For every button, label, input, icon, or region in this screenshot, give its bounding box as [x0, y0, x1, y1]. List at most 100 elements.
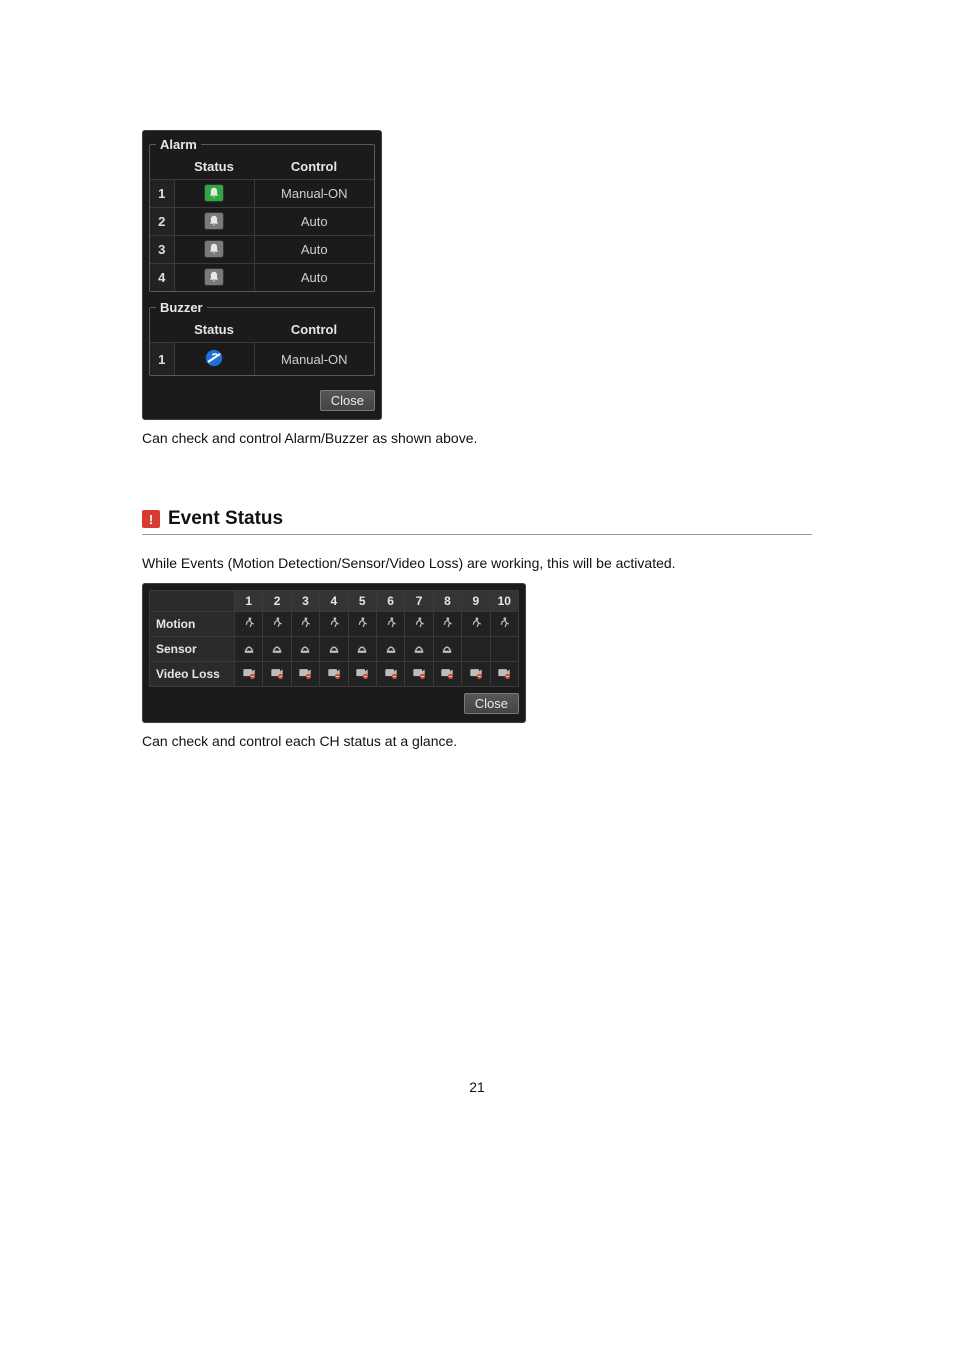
alarm-row[interactable]: 4Auto: [150, 264, 374, 292]
events-row: Sensor: [150, 637, 519, 662]
events-cell: [376, 637, 404, 662]
video-loss-icon: [325, 665, 343, 681]
page-number: 21: [142, 1079, 812, 1125]
events-cell: [376, 612, 404, 637]
alarm-row-status: [174, 264, 254, 292]
events-cell: [263, 612, 291, 637]
alarm-row-control[interactable]: Auto: [254, 236, 374, 264]
events-cell: [348, 662, 376, 687]
events-col-header: 5: [348, 591, 376, 612]
events-row: Video Loss: [150, 662, 519, 687]
sensor-icon: [268, 640, 286, 656]
events-col-header: 4: [320, 591, 348, 612]
sensor-icon: [296, 640, 314, 656]
events-panel-footer: Close: [149, 687, 519, 714]
events-col-header: 2: [263, 591, 291, 612]
sensor-icon: [325, 640, 343, 656]
alarm-caption: Can check and control Alarm/Buzzer as sh…: [142, 430, 812, 446]
buzzer-row-control[interactable]: Manual-ON: [254, 343, 374, 376]
alarm-row-status: [174, 180, 254, 208]
motion-icon: [410, 615, 428, 631]
buzzer-row[interactable]: 1Manual-ON: [150, 343, 374, 376]
motion-icon: [438, 615, 456, 631]
events-cell: [348, 612, 376, 637]
events-cell: [490, 612, 518, 637]
section-title: Event Status: [168, 508, 283, 530]
events-col-header: 8: [433, 591, 461, 612]
events-row: Motion: [150, 612, 519, 637]
buzzer-legend: Buzzer: [156, 300, 207, 315]
video-loss-icon: [438, 665, 456, 681]
alarm-table: Status Control 1Manual-ON2Auto3Auto4Auto: [150, 156, 374, 291]
events-cell: [291, 662, 319, 687]
alarm-legend: Alarm: [156, 137, 201, 152]
sensor-icon: [438, 640, 456, 656]
events-close-button[interactable]: Close: [464, 693, 519, 714]
buzzer-col-blank: [150, 319, 174, 343]
events-cell: [490, 662, 518, 687]
alarm-row-status: [174, 208, 254, 236]
events-cell: [462, 637, 490, 662]
events-cell: [405, 662, 433, 687]
events-cell: [433, 662, 461, 687]
sensor-icon: [353, 640, 371, 656]
motion-icon: [467, 615, 485, 631]
events-cell: [291, 637, 319, 662]
alarm-row[interactable]: 1 Manual-ON: [150, 180, 374, 208]
motion-icon: [268, 615, 286, 631]
events-col-header: 3: [291, 591, 319, 612]
section-event-status: ! Event Status While Events (Motion Dete…: [142, 508, 812, 749]
buzzer-row-status: [174, 343, 254, 376]
buzzer-col-control: Control: [254, 319, 374, 343]
events-cell: [348, 637, 376, 662]
alarm-col-control: Control: [254, 156, 374, 180]
motion-icon: [495, 615, 513, 631]
alarm-row-control[interactable]: Auto: [254, 264, 374, 292]
sensor-icon: [240, 640, 258, 656]
alarm-group: Alarm Status Control 1 Manual-ON2Auto3 Aut…: [149, 137, 375, 292]
alarm-row[interactable]: 3 Auto: [150, 236, 374, 264]
events-cell: [490, 637, 518, 662]
events-cell: [376, 662, 404, 687]
events-cell: [235, 612, 263, 637]
motion-icon: [296, 615, 314, 631]
events-cell: [291, 612, 319, 637]
events-cell: [433, 612, 461, 637]
events-cell: [433, 637, 461, 662]
events-col-header: 9: [462, 591, 490, 612]
buzzer-group: Buzzer Status Control 1Manual-ON: [149, 300, 375, 376]
video-loss-icon: [410, 665, 428, 681]
video-loss-icon: [240, 665, 258, 681]
motion-icon: [325, 615, 343, 631]
events-cell: [405, 612, 433, 637]
events-cell: [263, 662, 291, 687]
alert-icon: !: [142, 510, 160, 528]
bell-icon: [204, 268, 224, 286]
events-table: 12345678910 MotionSensorVideo Loss: [149, 590, 519, 687]
alarm-row[interactable]: 2Auto: [150, 208, 374, 236]
events-cell: [235, 662, 263, 687]
video-loss-icon: [268, 665, 286, 681]
motion-icon: [240, 615, 258, 631]
events-row-label: Video Loss: [150, 662, 235, 687]
buzzer-icon: [203, 347, 225, 369]
events-col-header: 1: [235, 591, 263, 612]
alarm-row-control[interactable]: Auto: [254, 208, 374, 236]
sensor-icon: [382, 640, 400, 656]
alarm-row-status: [174, 236, 254, 264]
section-heading-row: ! Event Status: [142, 508, 812, 535]
alarm-row-index: 1: [150, 180, 174, 208]
bell-icon: [204, 212, 224, 230]
events-cell: [263, 637, 291, 662]
events-cell: [462, 612, 490, 637]
events-row-label: Motion: [150, 612, 235, 637]
alarm-close-button[interactable]: Close: [320, 390, 375, 411]
events-cell: [320, 637, 348, 662]
alarm-panel-footer: Close: [149, 384, 375, 411]
motion-icon: [382, 615, 400, 631]
events-panel: 12345678910 MotionSensorVideo Loss Close: [142, 583, 526, 723]
alarm-col-status: Status: [174, 156, 254, 180]
alarm-row-index: 3: [150, 236, 174, 264]
alarm-row-control[interactable]: Manual-ON: [254, 180, 374, 208]
events-col-header: 7: [405, 591, 433, 612]
